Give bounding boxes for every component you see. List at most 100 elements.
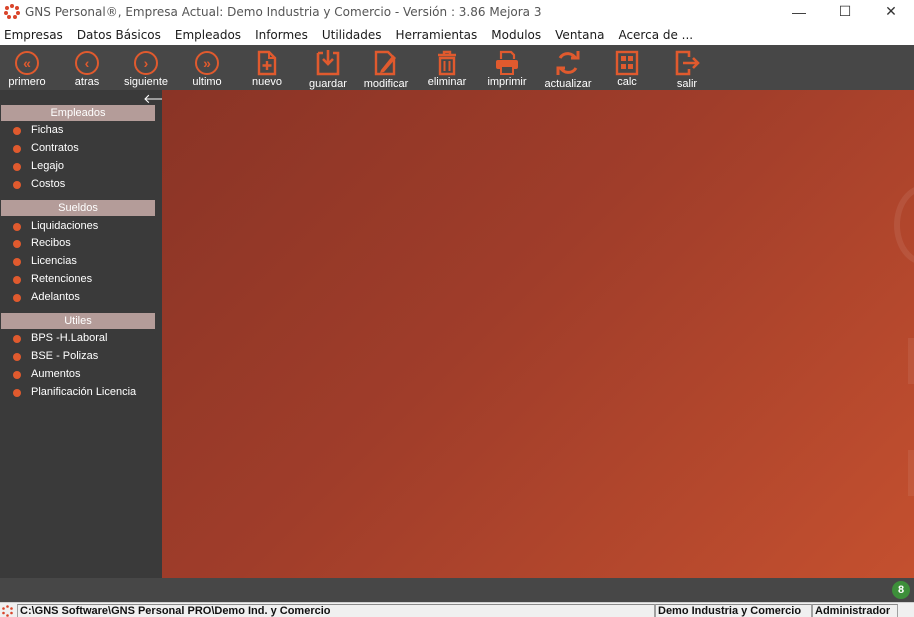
sidebar-item-label: BPS -H.Laboral [31, 332, 108, 344]
edit-icon [373, 50, 399, 76]
modificar-button[interactable]: modificar [362, 45, 410, 90]
menu-herramientas[interactable]: Herramientas [396, 28, 478, 42]
primero-label: primero [8, 76, 46, 88]
actualizar-button[interactable]: actualizar [542, 45, 594, 90]
app-logo-icon [4, 3, 20, 20]
sidebar-item-liquidaciones[interactable]: Liquidaciones [13, 217, 98, 235]
ultimo-label: ultimo [192, 76, 222, 88]
sidebar-item-label: Costos [31, 178, 66, 190]
exit-icon [674, 50, 700, 76]
menu-bar: Empresas Datos Básicos Empleados Informe… [0, 25, 914, 45]
minimize-button[interactable]: — [776, 0, 822, 23]
guardar-label: guardar [309, 78, 347, 90]
sidebar-item-label: Adelantos [31, 291, 80, 303]
sidebar-item-aumentos[interactable]: Aumentos [13, 365, 81, 383]
refresh-icon [555, 50, 581, 76]
bullet-icon [13, 371, 21, 379]
menu-informes[interactable]: Informes [255, 28, 308, 42]
bullet-icon [13, 258, 21, 266]
bullet-icon [13, 276, 21, 284]
sidebar-item-label: Licencias [31, 255, 77, 267]
sidebar-item-label: Recibos [31, 237, 71, 249]
sidebar-item-label: Retenciones [31, 273, 93, 285]
sidebar-item-label: Contratos [31, 142, 79, 154]
menu-acerca-de[interactable]: Acerca de ... [618, 28, 693, 42]
status-user: Administrador [812, 604, 898, 617]
section-header-sueldos[interactable]: Sueldos [1, 200, 155, 216]
nuevo-label: nuevo [252, 76, 282, 88]
window-title: GNS Personal®, Empresa Actual: Demo Indu… [25, 4, 542, 19]
sidebar-item-label: Fichas [31, 124, 64, 136]
bottom-panel: 8 [0, 578, 914, 602]
close-button[interactable]: ✕ [868, 0, 914, 23]
sidebar-item-fichas[interactable]: Fichas [13, 121, 63, 139]
calculator-icon [614, 50, 640, 76]
sidebar-item-recibos[interactable]: Recibos [13, 234, 71, 252]
atras-label: atras [74, 76, 100, 88]
main-workspace [162, 90, 914, 578]
primero-button[interactable]: « primero [6, 45, 48, 90]
sidebar-item-planificacion-licencia[interactable]: Planificación Licencia [13, 383, 136, 401]
bullet-icon [13, 389, 21, 397]
menu-ventana[interactable]: Ventana [555, 28, 604, 42]
double-right-arrow-icon: » [194, 50, 220, 76]
status-path: C:\GNS Software\GNS Personal PRO\Demo In… [17, 604, 655, 617]
sidebar-item-label: Planificación Licencia [31, 386, 137, 398]
menu-empleados[interactable]: Empleados [175, 28, 241, 42]
bullet-icon [13, 240, 21, 248]
printer-icon [494, 50, 520, 76]
atras-button[interactable]: ‹ atras [68, 45, 106, 90]
maximize-button[interactable]: ☐ [822, 0, 868, 23]
menu-empresas[interactable]: Empresas [4, 28, 63, 42]
sidebar-item-licencias[interactable]: Licencias [13, 252, 77, 270]
sidebar-item-contratos[interactable]: Contratos [13, 139, 79, 157]
background-decoration [908, 450, 914, 496]
double-left-arrow-icon: « [14, 50, 40, 76]
bullet-icon [13, 127, 21, 135]
imprimir-label: imprimir [487, 76, 527, 88]
sidebar-item-label: BSE - Polizas [31, 350, 99, 362]
menu-datos-basicos[interactable]: Datos Básicos [77, 28, 161, 42]
bullet-icon [13, 353, 21, 361]
siguiente-button[interactable]: › siguiente [123, 45, 169, 90]
salir-button[interactable]: salir [670, 45, 704, 90]
toolbar: « primero ‹ atras › siguiente » ultimo n… [0, 45, 914, 90]
sidebar-item-legajo[interactable]: Legajo [13, 157, 64, 175]
section-header-empleados[interactable]: Empleados [1, 105, 155, 121]
sidebar-item-bse-polizas[interactable]: BSE - Polizas [13, 347, 98, 365]
bullet-icon [13, 223, 21, 231]
imprimir-button[interactable]: imprimir [486, 45, 528, 90]
sidebar-item-bps-h-laboral[interactable]: BPS -H.Laboral [13, 329, 107, 347]
sidebar-item-adelantos[interactable]: Adelantos [13, 288, 80, 306]
bullet-icon [13, 145, 21, 153]
eliminar-label: eliminar [427, 76, 467, 88]
app-logo-icon [2, 605, 13, 617]
status-bar: C:\GNS Software\GNS Personal PRO\Demo In… [0, 602, 914, 617]
nuevo-button[interactable]: nuevo [247, 45, 287, 90]
sidebar-item-label: Liquidaciones [31, 220, 99, 232]
app-window: GNS Personal®, Empresa Actual: Demo Indu… [0, 0, 914, 617]
guardar-button[interactable]: guardar [306, 45, 350, 90]
background-decoration [894, 185, 914, 265]
save-icon [315, 50, 341, 76]
title-bar: GNS Personal®, Empresa Actual: Demo Indu… [0, 0, 914, 23]
notification-badge[interactable]: 8 [892, 581, 910, 599]
status-company: Demo Industria y Comercio [655, 604, 812, 617]
section-header-utiles[interactable]: Utiles [1, 313, 155, 329]
bullet-icon [13, 294, 21, 302]
menu-utilidades[interactable]: Utilidades [322, 28, 382, 42]
trash-icon [434, 50, 460, 76]
right-arrow-icon: › [133, 50, 159, 76]
bullet-icon [13, 163, 21, 171]
menu-modulos[interactable]: Modulos [491, 28, 541, 42]
sidebar-item-retenciones[interactable]: Retenciones [13, 270, 92, 288]
sidebar-item-costos[interactable]: Costos [13, 175, 65, 193]
siguiente-label: siguiente [123, 76, 169, 88]
calc-button[interactable]: calc [610, 45, 644, 90]
ultimo-button[interactable]: » ultimo [187, 45, 227, 90]
eliminar-button[interactable]: eliminar [425, 45, 469, 90]
bullet-icon [13, 335, 21, 343]
sidebar-item-label: Aumentos [31, 368, 81, 380]
actualizar-label: actualizar [544, 78, 592, 90]
bullet-icon [13, 181, 21, 189]
